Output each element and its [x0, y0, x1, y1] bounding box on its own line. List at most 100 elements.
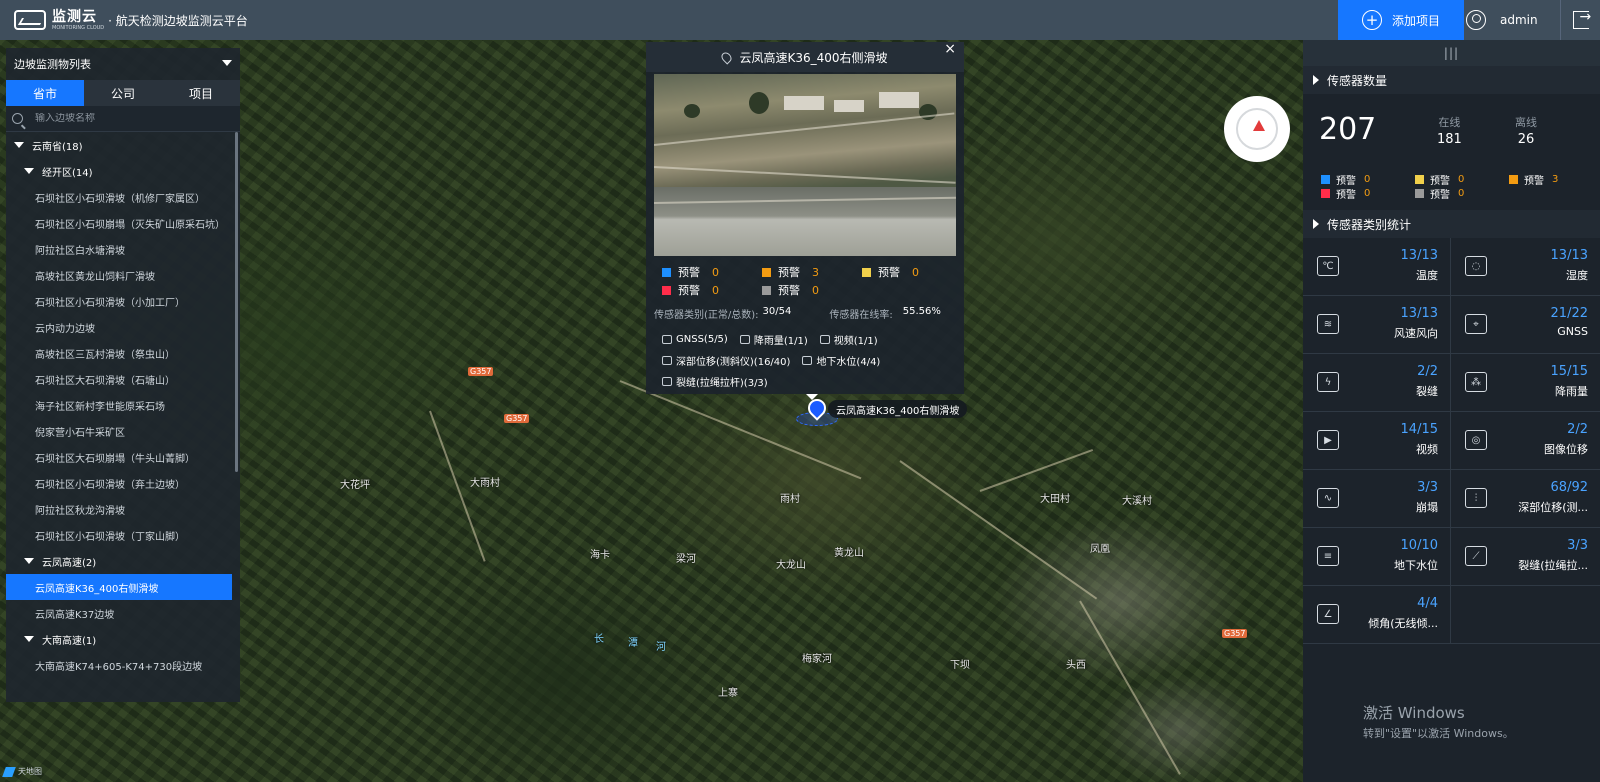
sensor-category-cell[interactable]: ≡ 10/10 地下水位: [1303, 528, 1451, 586]
user-menu[interactable]: admin: [1466, 0, 1538, 40]
compass-control[interactable]: [1224, 96, 1290, 162]
slope-list-item[interactable]: 云内动力边坡: [6, 314, 240, 340]
category-name: 湿度: [1566, 269, 1588, 282]
close-icon[interactable]: ×: [944, 41, 956, 57]
warning-count: 0: [1364, 187, 1371, 199]
app-title: · 航天检测边坡监测云平台: [108, 13, 248, 28]
slope-list-item[interactable]: 阿拉社区秋龙沟滑坡: [6, 496, 240, 522]
sensor-type-item[interactable]: 降雨量(1/1): [739, 332, 808, 347]
slope-tree: 云南省(18) 经开区(14) 石坝社区小石坝滑坡（机修厂家属区） 石坝社区小石坝崩塌…: [6, 132, 240, 702]
warning-color-swatch: [662, 267, 671, 277]
sensor-category-cell[interactable]: ◎ 2/2 图像位移: [1451, 412, 1600, 470]
chevron-down-icon[interactable]: [222, 60, 232, 66]
slope-list-item[interactable]: 高坡社区三瓦村滑坡（祭虫山）: [6, 340, 240, 366]
slope-list-header[interactable]: 边坡监测物列表: [6, 48, 240, 80]
tree-item-label: 经开区(14): [42, 167, 93, 179]
slope-list-item[interactable]: 倪家营小石牛采矿区: [6, 418, 240, 444]
sensor-icon: [662, 335, 672, 344]
sensor-type-label: 视频(1/1): [833, 336, 878, 347]
sensor-category-cell[interactable]: ⫶ 68/92 深部位移(测...: [1451, 470, 1600, 528]
warning-count: 0: [1458, 173, 1465, 185]
humidity-icon: ◌: [1465, 256, 1487, 276]
slope-list-item[interactable]: 云凤高速K37边坡: [6, 600, 240, 626]
marker-label[interactable]: 云凤高速K36_400右侧滑坡: [828, 400, 968, 418]
sensor-category-cell[interactable]: ∠ 4/4 倾角(无线倾...: [1303, 586, 1451, 644]
expand-caret-icon[interactable]: [14, 142, 24, 148]
slope-list-item[interactable]: 石坝社区大石坝崩塌（牛头山菁脚）: [6, 444, 240, 470]
slope-list-item[interactable]: 石坝社区小石坝滑坡（机修厂家属区）: [6, 184, 240, 210]
search-input[interactable]: [35, 113, 215, 124]
tree-item-label: 云内动力边坡: [35, 323, 95, 335]
category-name: 降雨量: [1555, 385, 1588, 398]
sensor-category-cell[interactable]: ∿ 3/3 崩塌: [1303, 470, 1451, 528]
road-badge: G357: [468, 367, 494, 376]
tree-item-label: 高坡社区三瓦村滑坡（祭虫山）: [35, 349, 175, 361]
tree-item-label: 石坝社区小石坝崩塌（灭失矿山原采石坑）: [35, 219, 225, 231]
map-place-label: 大花坪: [340, 480, 370, 491]
filter-tabs: 省市 公司 项目: [6, 80, 240, 106]
expand-caret-icon[interactable]: [24, 558, 34, 564]
tree-item-label: 大南高速(1): [42, 635, 97, 647]
map-place-label: 大田村: [1040, 494, 1070, 505]
warning-color-swatch: [762, 285, 771, 295]
sensor-type-item[interactable]: GNSS(5/5): [662, 334, 728, 345]
logo: 监测云 MONITORING CLOUD: [14, 10, 104, 31]
slope-list-item[interactable]: 石坝社区小石坝滑坡（弃土边坡）: [6, 470, 240, 496]
slope-list-item[interactable]: 阿拉社区白水塘滑坡: [6, 236, 240, 262]
tree-group-item[interactable]: 云南省(18): [6, 132, 240, 158]
scrollbar[interactable]: [235, 132, 238, 472]
sensor-category-cell[interactable]: ⟋ 3/3 裂缝(拉绳拉...: [1451, 528, 1600, 586]
slope-marker[interactable]: [804, 395, 830, 421]
expand-caret-icon[interactable]: [24, 636, 34, 642]
sensor-type-item[interactable]: 视频(1/1): [819, 332, 878, 347]
warning-label: 预警: [1430, 189, 1450, 201]
sensor-category-cell[interactable]: ⁂ 15/15 降雨量: [1451, 354, 1600, 412]
add-project-button[interactable]: + 添加项目: [1338, 0, 1464, 40]
tree-item-label: 云凤高速K36_400右侧滑坡: [35, 583, 159, 595]
slope-list-item[interactable]: 石坝社区小石坝崩塌（灭失矿山原采石坑）: [6, 210, 240, 236]
sensor-category-cell[interactable]: ϟ 2/2 裂缝: [1303, 354, 1451, 412]
warning-badge: 预警 3: [762, 264, 862, 280]
tree-item-label: 倪家营小石牛采矿区: [35, 427, 125, 439]
expand-caret-icon[interactable]: [24, 168, 34, 174]
road-badge: G357: [1222, 629, 1248, 638]
category-value: 3/3: [1567, 538, 1588, 553]
user-icon: [1466, 10, 1486, 30]
tilt-icon: ∠: [1317, 604, 1339, 624]
slope-list-item[interactable]: 大南高速K74+605-K74+730段边坡: [6, 652, 240, 678]
sensor-type-item[interactable]: 裂缝(拉绳拉杆)(3/3): [662, 374, 768, 389]
slope-list-item[interactable]: 石坝社区大石坝滑坡（石塘山）: [6, 366, 240, 392]
tree-group-item[interactable]: 大南高速(1): [6, 626, 240, 652]
slope-list-item[interactable]: 云凤高速K36_400右侧滑坡: [6, 574, 232, 600]
warning-label: 预警: [678, 284, 700, 297]
sensor-category-cell[interactable]: ▶ 14/15 视频: [1303, 412, 1451, 470]
slope-photo[interactable]: [654, 74, 956, 256]
tab-province[interactable]: 省市: [6, 80, 84, 106]
sensor-type-item[interactable]: 地下水位(4/4): [802, 353, 880, 368]
sensor-category-cell[interactable]: ⌖ 21/22 GNSS: [1451, 296, 1600, 354]
sensor-count-section-header[interactable]: 传感器数量: [1303, 66, 1600, 94]
panel-drag-handle[interactable]: |||: [1303, 40, 1600, 66]
thermometer-icon: ℃: [1317, 256, 1339, 276]
slope-list-item[interactable]: 海子社区新村李世能原采石场: [6, 392, 240, 418]
logout-button[interactable]: [1560, 0, 1600, 40]
tree-item-label: 石坝社区小石坝滑坡（小加工厂）: [35, 297, 185, 309]
popup-stats: 传感器类别(正常/总数): 30/54 传感器在线率: 55.56%: [654, 306, 964, 321]
online-label: 在线: [1438, 116, 1461, 129]
category-section-header[interactable]: 传感器类别统计: [1303, 210, 1600, 238]
sensor-type-item[interactable]: 深部位移(测斜仪)(16/40): [662, 353, 790, 368]
sensor-category-cell[interactable]: ≋ 13/13 风速风向: [1303, 296, 1451, 354]
sensor-row: 裂缝(拉绳拉杆)(3/3): [662, 371, 964, 392]
tab-company[interactable]: 公司: [84, 80, 162, 106]
sensor-count-title: 传感器数量: [1327, 73, 1388, 88]
tree-group-item[interactable]: 云凤高速(2): [6, 548, 240, 574]
slope-list-item[interactable]: 石坝社区小石坝滑坡（丁家山脚）: [6, 522, 240, 548]
tree-group-item[interactable]: 经开区(14): [6, 158, 240, 184]
popup-sensor-list: GNSS(5/5) 降雨量(1/1) 视频(1/1) 深部位移(测斜仪)(16/40)…: [662, 329, 964, 392]
slope-list-item[interactable]: 石坝社区小石坝滑坡（小加工厂）: [6, 288, 240, 314]
tab-project[interactable]: 项目: [162, 80, 240, 106]
sensor-category-cell[interactable]: ◌ 13/13 湿度: [1451, 238, 1600, 296]
sensor-category-cell[interactable]: ℃ 13/13 温度: [1303, 238, 1451, 296]
tree-item-label: 石坝社区大石坝崩塌（牛头山菁脚）: [35, 453, 195, 465]
slope-list-item[interactable]: 高坡社区黄龙山饲料厂滑坡: [6, 262, 240, 288]
